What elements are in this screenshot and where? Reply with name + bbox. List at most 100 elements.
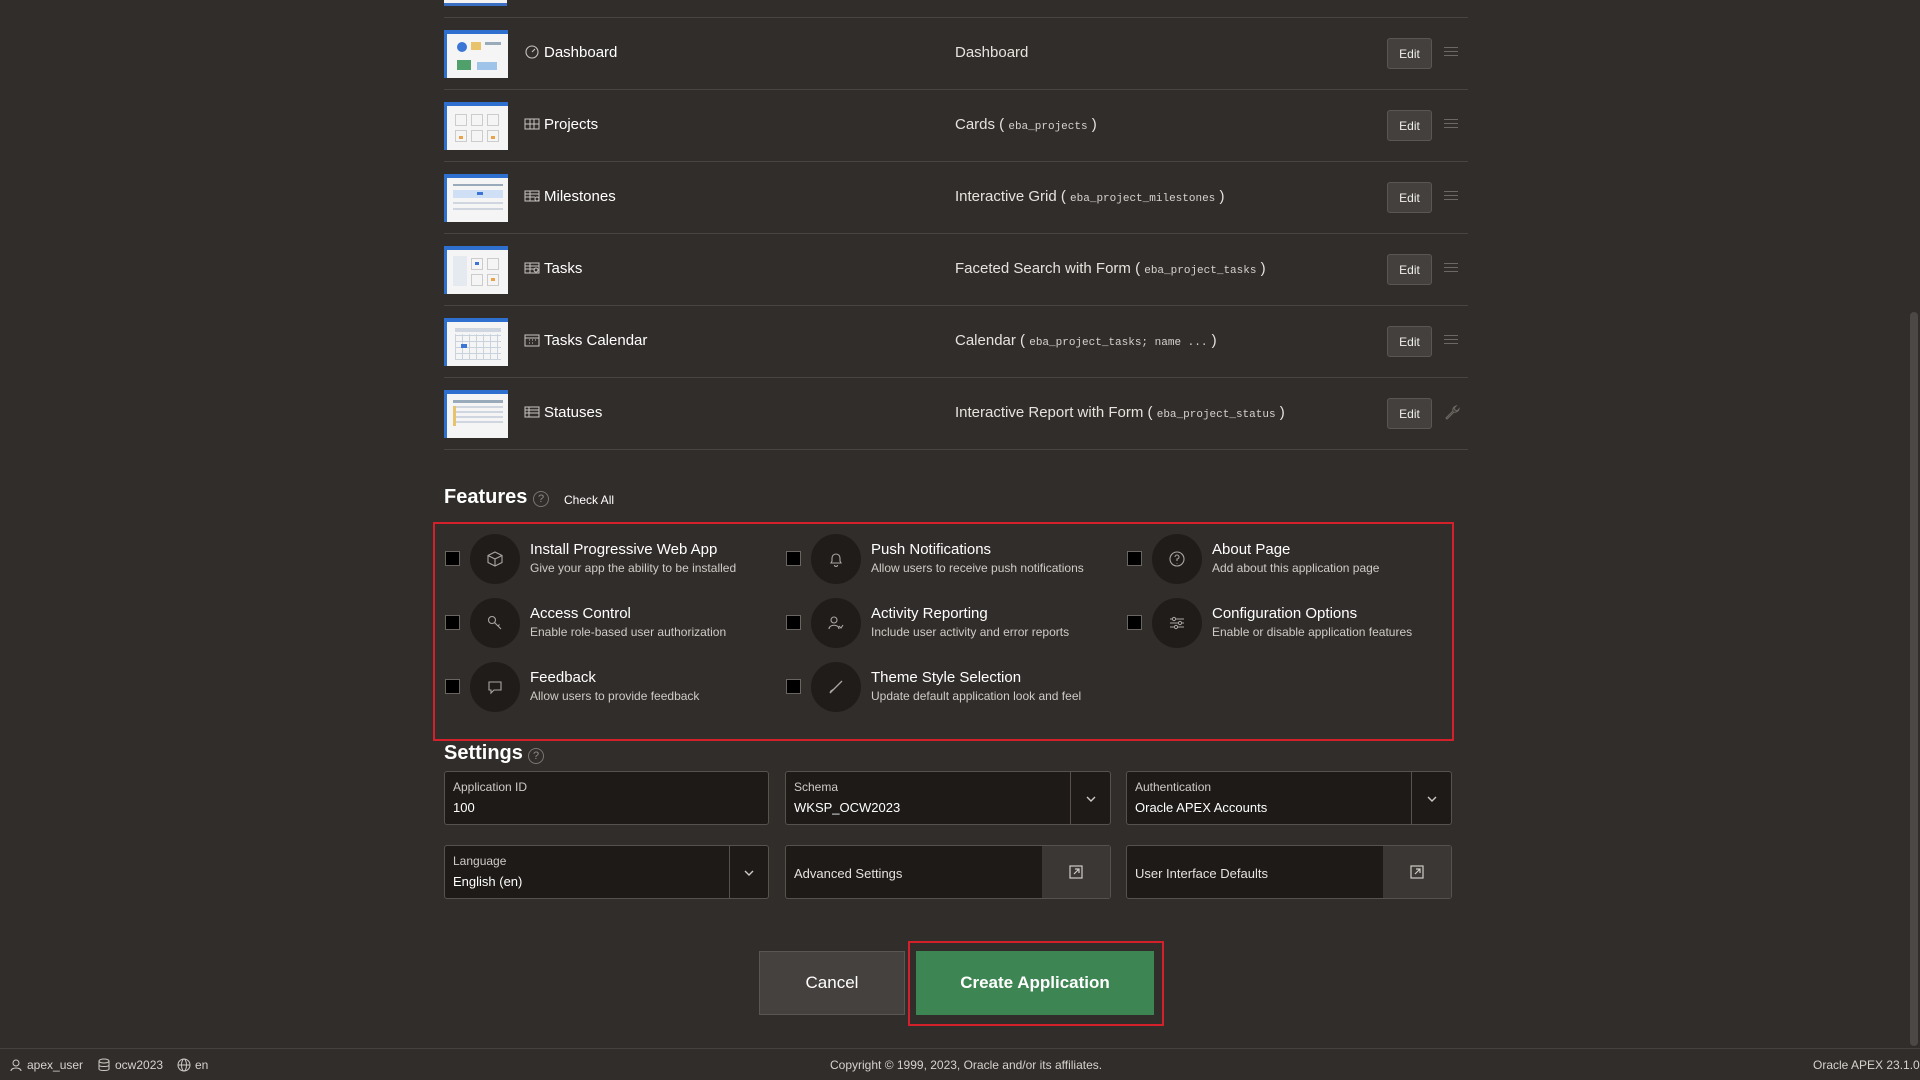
open-dialog-icon [1069,865,1083,879]
schema-value: WKSP_OCW2023 [794,800,901,815]
feature-description: Allow users to provide feedback [530,689,700,703]
drag-handle-icon[interactable] [1444,119,1458,131]
features-help-icon[interactable]: ? [533,491,549,507]
authentication-select[interactable]: Authentication Oracle APEX Accounts [1126,771,1452,825]
scrollbar[interactable] [1910,312,1918,1046]
drag-handle-icon[interactable] [1444,335,1458,347]
schema-select[interactable]: Schema WKSP_OCW2023 [785,771,1111,825]
language-select[interactable]: Language English (en) [444,845,769,899]
edit-page-button[interactable]: Edit [1387,110,1432,141]
feature-item[interactable]: Feedback Allow users to provide feedback [435,662,765,718]
feature-description: Add about this application page [1212,561,1380,575]
edit-page-button[interactable]: Edit [1387,38,1432,69]
globe-icon [177,1058,191,1072]
feature-checkbox[interactable] [1127,551,1142,566]
check-all-link[interactable]: Check All [564,493,614,507]
search-grid-icon [524,261,540,275]
page-type-label: Faceted Search with Form ( [955,260,1141,277]
cancel-button[interactable]: Cancel [759,951,905,1015]
drag-handle-icon[interactable] [1444,263,1458,275]
footer-user[interactable]: apex_user [9,1058,83,1072]
page-source-table: eba_project_status [1156,409,1276,421]
page-type: Interactive Report with Form ( eba_proje… [955,404,1285,421]
edit-page-button[interactable]: Edit [1387,398,1432,429]
chevron-down-icon[interactable] [1084,792,1098,806]
feature-checkbox[interactable] [786,551,801,566]
ui-defaults-field[interactable]: User Interface Defaults [1126,845,1452,899]
drag-handle-icon[interactable] [1444,191,1458,203]
feature-checkbox[interactable] [786,615,801,630]
authentication-value: Oracle APEX Accounts [1135,800,1268,815]
advanced-settings-label: Advanced Settings [794,866,903,881]
feature-item[interactable]: Push Notifications Allow users to receive… [776,534,1106,590]
page-row: Dashboard Dashboard Edit [444,18,1468,90]
page-name[interactable]: Projects [544,116,598,133]
create-button-highlight: Create Application [908,941,1164,1026]
feature-checkbox[interactable] [1127,615,1142,630]
feature-checkbox[interactable] [786,679,801,694]
chevron-down-icon[interactable] [742,866,756,880]
feature-checkbox[interactable] [445,679,460,694]
page-type-close: ) [1219,188,1225,205]
question-icon [1152,534,1202,584]
grid-icon [524,189,540,203]
feature-description: Update default application look and feel [871,689,1082,703]
page-type: Cards ( eba_projects ) [955,116,1097,133]
ui-defaults-label: User Interface Defaults [1135,866,1268,881]
feature-title: Install Progressive Web App [530,541,718,558]
page-name[interactable]: Tasks [544,260,582,277]
feature-title: Theme Style Selection [871,669,1022,686]
page-type-close: ) [1211,332,1217,349]
application-id-field[interactable]: Application ID 100 [444,771,769,825]
footer-version: Oracle APEX 23.1.0 [1813,1058,1920,1072]
feature-item[interactable]: Theme Style Selection Update default appl… [776,662,1106,718]
feature-checkbox[interactable] [445,615,460,630]
page-row: Projects Cards ( eba_projects ) Edit [444,90,1468,162]
advanced-settings-button[interactable] [1042,846,1110,898]
page-source-table: eba_project_tasks; name ... [1029,337,1208,349]
chevron-down-icon[interactable] [1425,792,1439,806]
page-source-table: eba_projects [1008,121,1088,133]
feature-title: Feedback [530,669,596,686]
create-application-button[interactable]: Create Application [916,951,1154,1015]
page-name[interactable]: Milestones [544,188,616,205]
footer-workspace[interactable]: ocw2023 [97,1058,163,1072]
cards-icon [524,117,540,131]
page-thumbnail [444,245,508,294]
feature-item[interactable]: About Page Add about this application pag… [1117,534,1447,590]
feature-item[interactable]: Activity Reporting Include user activity … [776,598,1106,654]
page-row: Tasks Faceted Search with Form ( eba_proj… [444,234,1468,306]
comment-icon [470,662,520,712]
ui-defaults-button[interactable] [1383,846,1451,898]
feature-item[interactable]: Install Progressive Web App Give your app… [435,534,765,590]
feature-title: Activity Reporting [871,605,988,622]
box-icon [470,534,520,584]
application-id-value[interactable]: 100 [453,800,475,815]
edit-page-button[interactable]: Edit [1387,326,1432,357]
page-type-label: Dashboard [955,44,1029,61]
page-type: Dashboard [955,44,1028,61]
page-thumbnail [444,29,508,78]
drag-handle-icon[interactable] [1444,47,1458,59]
edit-page-button[interactable]: Edit [1387,254,1432,285]
feature-checkbox[interactable] [445,551,460,566]
feature-item[interactable]: Access Control Enable role-based user aut… [435,598,765,654]
page-name[interactable]: Tasks Calendar [544,332,647,349]
wrench-icon[interactable] [1443,404,1461,422]
schema-label: Schema [794,780,839,794]
feature-description: Enable or disable application features [1212,625,1413,639]
application-id-label: Application ID [453,780,528,794]
page-name[interactable]: Dashboard [544,44,617,61]
page-source-table: eba_project_milestones [1070,193,1216,205]
settings-help-icon[interactable]: ? [528,748,544,764]
feature-item[interactable]: Configuration Options Enable or disable a… [1117,598,1447,654]
language-value: English (en) [453,874,523,889]
page-source-table: eba_project_tasks [1144,265,1257,277]
advanced-settings-field[interactable]: Advanced Settings [785,845,1111,899]
page-name[interactable]: Statuses [544,404,602,421]
calendar-icon [524,333,540,347]
footer-language[interactable]: en [177,1058,208,1072]
bell-icon [811,534,861,584]
feature-title: Access Control [530,605,631,622]
edit-page-button[interactable]: Edit [1387,182,1432,213]
